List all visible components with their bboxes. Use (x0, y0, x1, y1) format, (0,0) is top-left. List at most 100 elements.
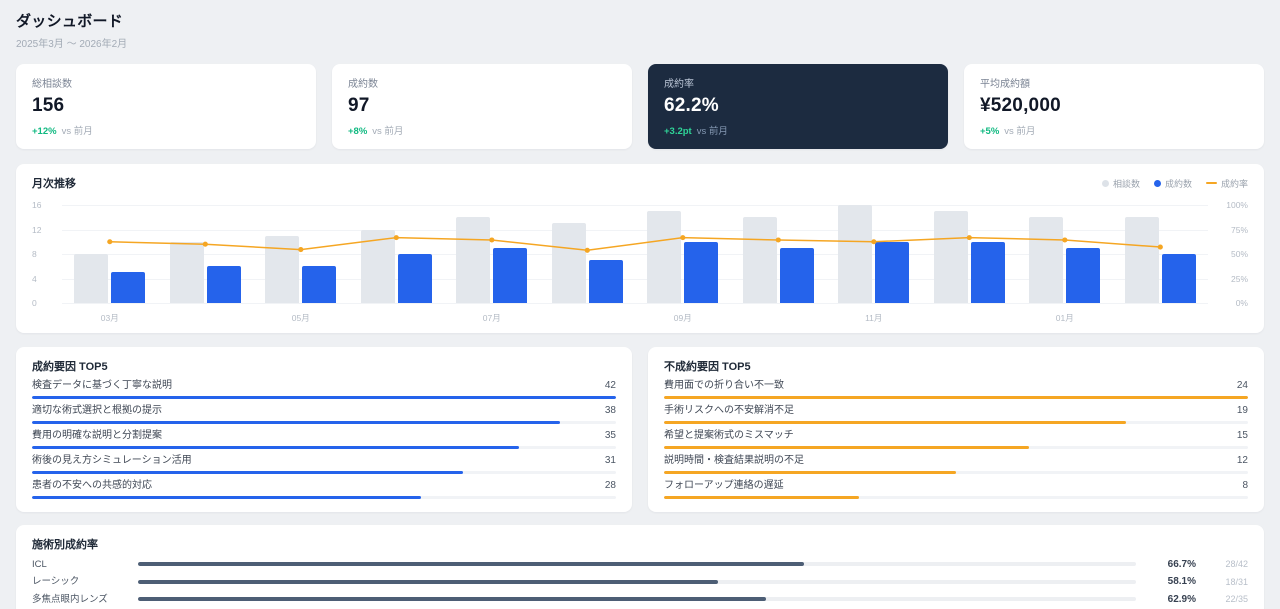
loss-factors-card: 不成約要因 TOP5 費用面での折り合い不一致 24 手術リスクへの不安解消不足 19… (648, 347, 1264, 512)
procedure-row: レーシック 58.1% 18/31 (32, 576, 1248, 587)
factor-bar-fill (664, 446, 1029, 449)
kpi-delta: +12% vs 前月 (32, 123, 300, 137)
factor-bar-track (32, 396, 616, 399)
rate-line (107, 235, 1163, 253)
factor-value: 8 (1242, 480, 1248, 491)
rate-point (298, 247, 304, 253)
factor-row: 費用の明確な説明と分割提案 35 (32, 430, 616, 449)
factor-label: 術後の見え方シミュレーション活用 (32, 455, 192, 466)
rate-line-path (110, 238, 1161, 251)
kpi-delta-value: +5% (980, 126, 1000, 137)
kpi-value: 97 (348, 95, 370, 116)
rate-point (584, 247, 590, 253)
page-header: ダッシュボード 2025年3月 〜 2026年2月 (16, 10, 1264, 50)
x-axis-tick (922, 312, 1018, 324)
factor-bar-track (32, 471, 616, 474)
chart-header: 月次推移 相談数 成約数 成約率 (32, 175, 1248, 191)
factor-row: 適切な術式選択と根拠の提示 38 (32, 405, 616, 424)
kpi-delta: +8% vs 前月 (348, 123, 616, 137)
y-axis-tick-left: 12 (32, 224, 42, 235)
x-axis-tick: 03月 (100, 313, 119, 323)
procedure-bar-fill (138, 597, 766, 601)
factor-bar-track (32, 421, 616, 424)
y-axis-right: 100% 75% 50% 25% 0% (1212, 200, 1248, 308)
factor-row: フォローアップ連絡の遅延 8 (664, 480, 1248, 499)
factor-row: 術後の見え方シミュレーション活用 31 (32, 455, 616, 474)
monthly-trend-card: 月次推移 相談数 成約数 成約率 16 12 8 4 0 100% 75% 50% 25% 0% 0… (16, 164, 1264, 333)
kpi-delta-suffix: vs 前月 (1004, 126, 1036, 137)
win-factors-card: 成約要因 TOP5 検査データに基づく丁寧な説明 42 適切な術式選択と根拠の提示 3… (16, 347, 632, 512)
y-axis-tick-right: 75% (1230, 224, 1248, 235)
kpi-delta-suffix: vs 前月 (61, 126, 93, 137)
procedure-list: ICL 66.7% 28/42 レーシック 58.1% 18/31 多焦点眼内レンズ 62.9… (32, 559, 1248, 609)
kpi-card-contracts[interactable]: 成約数 97 +8% vs 前月 (332, 64, 632, 149)
x-axis-tick: 05月 (291, 313, 310, 323)
factor-label: 費用面での折り合い不一致 (664, 380, 784, 391)
factor-label: 説明時間・検査結果説明の不足 (664, 455, 804, 466)
factor-bar-fill (32, 496, 422, 499)
rate-point (680, 235, 686, 241)
factor-label: 適切な術式選択と根拠の提示 (32, 405, 162, 416)
x-axis-tick: 09月 (673, 313, 692, 323)
legend-item[interactable]: 相談数 (1101, 177, 1140, 190)
procedure-row: ICL 66.7% 28/42 (32, 559, 1248, 570)
factor-label: 患者の不安への共感的対応 (32, 480, 152, 491)
y-axis-tick-left: 8 (32, 249, 37, 259)
factor-bar-track (664, 496, 1248, 499)
legend-swatch-icon (1101, 179, 1109, 187)
factor-bar-fill (32, 446, 519, 449)
section-title: 施術別成約率 (32, 539, 98, 551)
factor-bar-fill (664, 471, 956, 474)
kpi-card-average-amount[interactable]: 平均成約額 ¥520,000 +5% vs 前月 (964, 64, 1264, 149)
legend-item[interactable]: 成約数 (1153, 177, 1192, 190)
kpi-card-rate-selected[interactable]: 成約率 62.2% +3.2pt vs 前月 (648, 64, 948, 149)
monthly-chart: 16 12 8 4 0 100% 75% 50% 25% 0% 03月 05月 07月 09月 11月 0… (32, 200, 1248, 324)
factor-bar-fill (32, 471, 464, 474)
date-range: 2025年3月 〜 2026年2月 (16, 39, 128, 50)
kpi-delta-suffix: vs 前月 (696, 126, 728, 137)
rate-point (107, 239, 113, 245)
factor-bar-track (664, 396, 1248, 399)
chart-legend: 相談数 成約数 成約率 (1101, 177, 1248, 190)
factor-bar-fill (32, 421, 561, 424)
procedure-bar-fill (138, 579, 718, 584)
rate-point (1157, 244, 1163, 250)
factor-row-head: 費用面での折り合い不一致 24 (664, 380, 1248, 392)
section-title: 不成約要因 TOP5 (664, 361, 751, 373)
procedure-percent: 58.1% (1167, 576, 1196, 587)
y-axis-tick-right: 100% (1226, 200, 1248, 210)
factor-bar-fill (664, 396, 1248, 399)
factor-label: 検査データに基づく丁寧な説明 (32, 380, 172, 391)
factor-row-head: 適切な術式選択と根拠の提示 38 (32, 405, 616, 417)
factor-row-head: 説明時間・検査結果説明の不足 12 (664, 455, 1248, 467)
kpi-delta-value: +3.2pt (664, 126, 692, 137)
factor-row: 手術リスクへの不安解消不足 19 (664, 405, 1248, 424)
rate-point (966, 235, 972, 241)
x-axis-tick (731, 312, 827, 324)
legend-item[interactable]: 成約率 (1205, 177, 1248, 190)
procedure-percent: 66.7% (1167, 558, 1196, 570)
kpi-value: 62.2% (664, 95, 719, 116)
factor-bar-fill (664, 496, 859, 499)
kpi-card-consultations[interactable]: 総相談数 156 +12% vs 前月 (16, 64, 316, 149)
rate-point (871, 239, 877, 245)
x-axis-tick (1113, 312, 1209, 324)
legend-swatch-icon (1205, 182, 1217, 184)
factor-row: 費用面での折り合い不一致 24 (664, 380, 1248, 399)
y-axis-tick-right: 25% (1230, 273, 1248, 284)
x-axis-tick: 01月 (1055, 313, 1074, 323)
factor-label: 費用の明確な説明と分割提案 (32, 430, 162, 441)
top5-row: 成約要因 TOP5 検査データに基づく丁寧な説明 42 適切な術式選択と根拠の提示 3… (16, 347, 1264, 512)
factor-label: フォローアップ連絡の遅延 (664, 480, 784, 491)
factor-row-head: 患者の不安への共感的対応 28 (32, 480, 616, 492)
factor-value: 12 (1236, 455, 1248, 466)
rate-point (1062, 237, 1068, 243)
procedure-label: レーシック (32, 576, 80, 587)
factor-value: 38 (604, 405, 616, 416)
factor-value: 24 (1236, 380, 1248, 391)
factor-row: 希望と提案術式のミスマッチ 15 (664, 430, 1248, 449)
factor-bar-track (32, 496, 616, 499)
procedure-fraction: 28/42 (1225, 559, 1248, 569)
kpi-delta-suffix: vs 前月 (372, 126, 404, 137)
kpi-label: 平均成約額 (980, 79, 1030, 90)
